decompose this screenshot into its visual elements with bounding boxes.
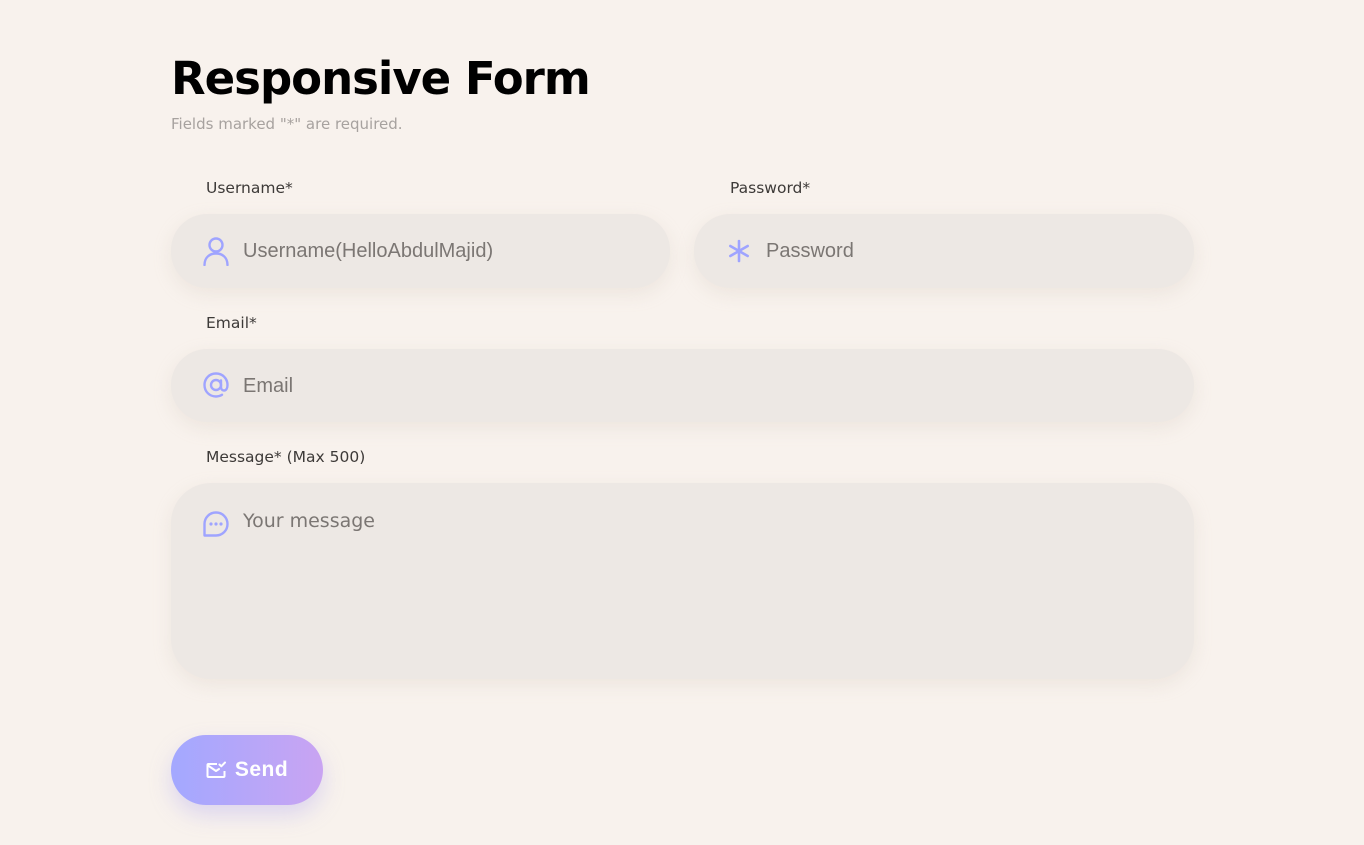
username-input[interactable] [243,238,640,264]
user-icon [201,236,231,266]
username-field[interactable] [171,214,670,288]
email-label: Email* [206,314,257,332]
message-label: Message* (Max 500) [206,448,366,466]
chat-bubble-icon [201,509,231,539]
password-input[interactable] [766,238,1164,264]
password-label: Password* [730,179,811,197]
required-fields-note: Fields marked "*" are required. [171,115,403,133]
mail-check-icon [206,760,226,780]
email-input[interactable] [243,373,1164,399]
send-button[interactable]: Send [171,735,323,805]
message-field[interactable] [171,483,1194,679]
send-button-label: Send [234,758,289,781]
page-title: Responsive Form [171,52,591,105]
email-field[interactable] [171,349,1194,422]
username-label: Username* [206,179,293,197]
password-field[interactable] [694,214,1194,288]
message-textarea[interactable] [243,510,1164,650]
at-sign-icon [201,370,231,400]
asterisk-icon [724,236,754,266]
